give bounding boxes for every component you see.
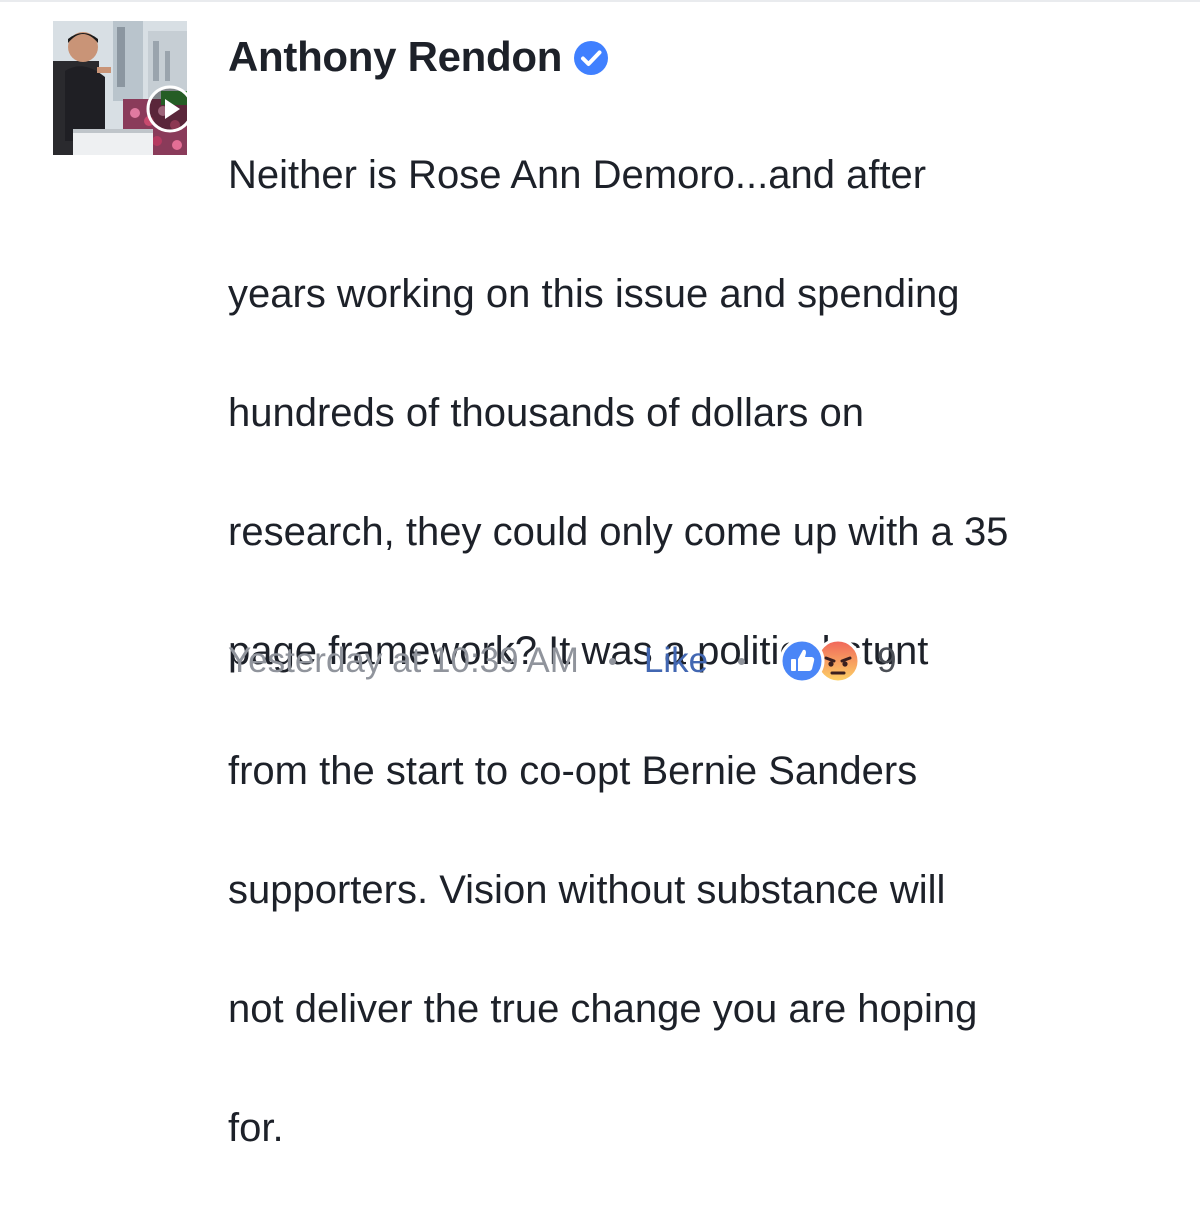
comment: Anthony Rendon Neither is Rose Ann Demor… [0,0,1200,1150]
comment-text-line: from the start to co-opt Bernie Sanders [228,748,918,793]
reaction-count[interactable]: 9 [877,641,896,681]
avatar[interactable] [53,21,187,155]
comment-content: Anthony Rendon Neither is Rose Ann Demor… [228,28,1178,1218]
comment-text-line: not deliver the true change you are hopi… [228,986,978,1031]
separator-dot [608,657,616,665]
comment-text-line: Neither is Rose Ann Demoro...and after [228,152,927,197]
like-reaction-icon [779,638,825,684]
verified-badge-icon [574,41,609,75]
author-name[interactable]: Anthony Rendon [228,28,562,86]
comment-text-line: years working on this issue and spending [228,271,960,316]
comment-text-line: research, they could only come up with a… [228,510,1009,555]
comment-timestamp[interactable]: Yesterday at 10:39 AM [228,641,579,681]
like-button[interactable]: Like [644,641,708,681]
comment-text-line: for. [228,1106,284,1151]
video-play-icon[interactable] [146,85,187,133]
separator-dot [738,657,746,665]
comment-text-line: hundreds of thousands of dollars on [228,390,864,435]
comment-actions: Yesterday at 10:39 AM Like 9 [228,636,897,686]
reactions-summary[interactable]: 9 [779,638,897,684]
comment-text-line: supporters. Vision without substance wil… [228,867,946,912]
author-line: Anthony Rendon [228,28,1178,86]
